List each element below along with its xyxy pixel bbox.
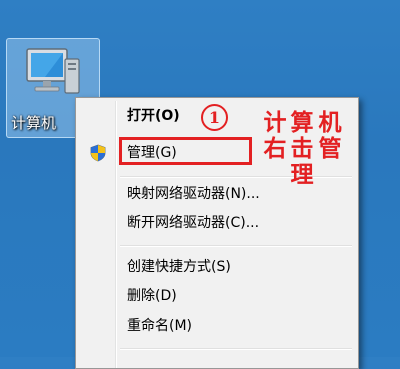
computer-icon [26, 48, 80, 94]
annotation-highlight-box [119, 137, 252, 165]
menu-item-label: 删除(D) [127, 288, 177, 304]
menu-item-label: 断开网络驱动器(C)... [127, 215, 260, 231]
menu-separator [120, 245, 352, 247]
menu-item-delete[interactable]: 删除(D) [79, 285, 353, 307]
menu-item-rename[interactable]: 重命名(M) [79, 315, 353, 337]
annotation-note-col1: 计右 [263, 109, 287, 162]
menu-item-label: 重命名(M) [127, 318, 193, 334]
annotation-note-col2: 算击理 [290, 109, 314, 188]
annotation-step-number: 1 [201, 104, 228, 131]
menu-separator [120, 176, 352, 178]
menu-item-label: 创建快捷方式(S) [127, 259, 231, 275]
menu-item-label: 打开(O) [127, 108, 180, 124]
annotation-note-col3: 机管 [318, 109, 342, 162]
shield-icon [90, 144, 106, 162]
menu-item-create-shortcut[interactable]: 创建快捷方式(S) [79, 256, 353, 278]
menu-item-label: 映射网络驱动器(N)... [127, 186, 260, 202]
menu-separator [120, 348, 352, 350]
menu-item-disconnect-network-drive[interactable]: 断开网络驱动器(C)... [79, 212, 353, 234]
